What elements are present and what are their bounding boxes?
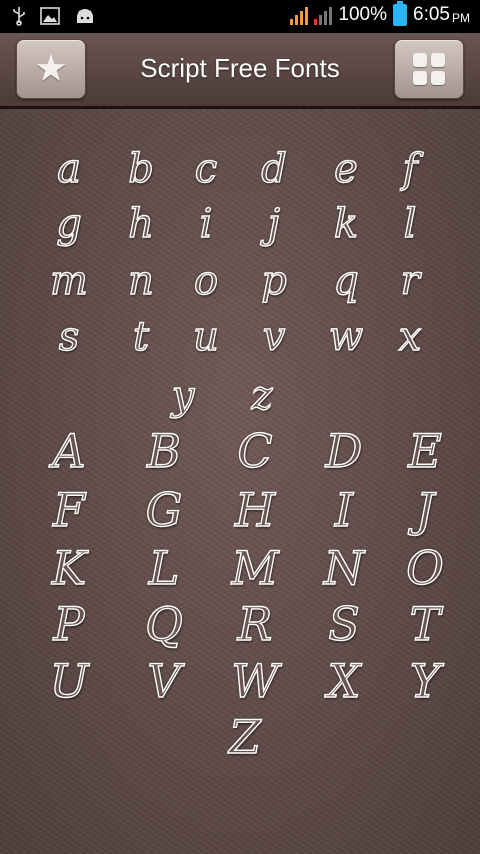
letter-lowercase-s[interactable]: s <box>58 312 80 362</box>
app-header: ★ Script Free Fonts <box>0 33 480 109</box>
uppercase-row: F GH I J <box>0 482 480 542</box>
uppercase-row: Z <box>0 709 480 769</box>
gallery-icon <box>40 7 60 25</box>
grid-icon <box>413 53 445 85</box>
android-icon <box>77 9 93 23</box>
letter-uppercase-A[interactable]: A <box>52 423 87 479</box>
letter-uppercase-Y[interactable]: Y <box>409 653 441 709</box>
letter-uppercase-J[interactable]: J <box>415 482 435 538</box>
letter-lowercase-p[interactable]: p <box>261 256 288 306</box>
signal-no-data-icon <box>314 5 333 25</box>
battery-percent: 100% <box>338 4 388 25</box>
status-bar: 100% 6:05 PM <box>0 0 480 33</box>
letter-uppercase-W[interactable]: W <box>231 653 280 709</box>
letter-lowercase-e[interactable]: e <box>333 144 358 194</box>
letter-uppercase-K[interactable]: K <box>51 540 87 596</box>
battery-icon <box>393 1 408 26</box>
letter-uppercase-Q[interactable]: Q <box>144 596 183 652</box>
usb-icon <box>13 7 25 26</box>
letter-lowercase-b[interactable]: b <box>128 144 155 194</box>
letter-uppercase-E[interactable]: E <box>408 423 443 479</box>
app-screen: 100% 6:05 PM ★ Script Free Fonts abcdefg… <box>0 0 480 854</box>
letter-lowercase-m[interactable]: m <box>49 256 88 306</box>
uppercase-row: P QRST <box>0 596 480 656</box>
letter-uppercase-T[interactable]: T <box>409 596 441 652</box>
letter-lowercase-d[interactable]: d <box>261 144 288 194</box>
letter-uppercase-G[interactable]: G <box>145 482 183 538</box>
lowercase-row: ghi j kl <box>0 199 480 259</box>
letter-uppercase-M[interactable]: M <box>231 540 280 596</box>
clock-ampm: PM <box>452 10 470 25</box>
uppercase-row: K LMNO <box>0 540 480 600</box>
letter-uppercase-V[interactable]: V <box>147 653 182 709</box>
notification-icons <box>12 6 96 26</box>
letter-lowercase-v[interactable]: v <box>262 312 286 362</box>
letter-uppercase-L[interactable]: L <box>148 540 180 596</box>
letter-lowercase-f[interactable]: f <box>402 144 418 194</box>
letter-uppercase-B[interactable]: B <box>146 423 181 479</box>
letter-uppercase-O[interactable]: O <box>405 540 444 596</box>
uppercase-row: U VWXY <box>0 653 480 713</box>
letter-uppercase-D[interactable]: D <box>325 423 363 479</box>
letter-uppercase-H[interactable]: H <box>234 482 276 538</box>
letter-lowercase-z[interactable]: z <box>251 371 273 421</box>
letter-uppercase-X[interactable]: X <box>327 653 361 709</box>
letter-lowercase-l[interactable]: l <box>403 199 417 249</box>
letter-uppercase-N[interactable]: N <box>323 540 365 596</box>
font-preview-area: abcdefghijklmnopqrstuvwxyzABCDEFGHIJKLMN… <box>0 109 480 854</box>
letter-lowercase-c[interactable]: c <box>194 144 218 194</box>
signal-icon <box>290 5 309 25</box>
uppercase-row: A BCDE <box>0 423 480 483</box>
clock-time: 6:05 <box>413 4 450 25</box>
letter-lowercase-q[interactable]: q <box>333 256 360 306</box>
grid-view-button[interactable] <box>394 39 464 99</box>
lowercase-row: yz <box>0 371 480 431</box>
lowercase-row: abcdef <box>0 144 480 204</box>
letter-lowercase-t[interactable]: t <box>132 312 149 362</box>
letter-uppercase-C[interactable]: C <box>237 423 274 479</box>
letter-uppercase-R[interactable]: R <box>237 596 273 652</box>
letter-lowercase-y[interactable]: y <box>171 371 195 421</box>
letter-uppercase-P[interactable]: P <box>53 596 85 652</box>
lowercase-row: mnopqr <box>0 256 480 316</box>
system-status: 100% 6:05 PM <box>290 1 470 26</box>
letter-lowercase-x[interactable]: x <box>398 312 422 362</box>
lowercase-row: s tuvwx <box>0 312 480 372</box>
letter-uppercase-S[interactable]: S <box>328 596 361 652</box>
letter-lowercase-u[interactable]: u <box>192 312 219 362</box>
letter-lowercase-i[interactable]: i <box>199 199 213 249</box>
letter-lowercase-w[interactable]: w <box>328 312 364 362</box>
letter-lowercase-n[interactable]: n <box>127 256 154 306</box>
letter-uppercase-U[interactable]: U <box>49 653 89 709</box>
letter-uppercase-F[interactable]: F <box>52 482 85 538</box>
letter-lowercase-a[interactable]: a <box>56 144 81 194</box>
letter-lowercase-j[interactable]: j <box>267 199 281 249</box>
letter-uppercase-I[interactable]: I <box>334 482 354 538</box>
letter-lowercase-h[interactable]: h <box>127 199 154 249</box>
letter-uppercase-Z[interactable]: Z <box>228 709 261 765</box>
letter-lowercase-r[interactable]: r <box>400 256 421 306</box>
letter-lowercase-k[interactable]: k <box>333 199 359 249</box>
letter-lowercase-o[interactable]: o <box>193 256 218 306</box>
letter-lowercase-g[interactable]: g <box>56 199 83 249</box>
